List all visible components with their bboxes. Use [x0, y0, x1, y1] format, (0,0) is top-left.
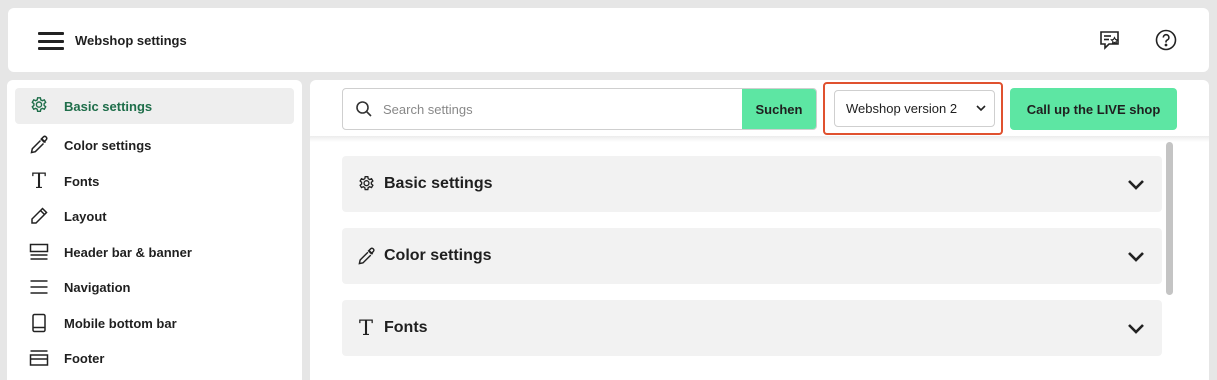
- sidebar-item-label: Mobile bottom bar: [64, 315, 177, 331]
- sidebar-item-mobile-bottom-bar[interactable]: Mobile bottom bar: [15, 305, 294, 341]
- version-select[interactable]: Webshop version 2: [834, 90, 995, 127]
- search-input[interactable]: [373, 89, 742, 129]
- sidebar-item-label: Color settings: [64, 137, 152, 153]
- font-icon: T: [358, 315, 373, 340]
- sidebar-item-color-settings[interactable]: Color settings: [15, 127, 294, 163]
- sidebar-item-basic-settings[interactable]: Basic settings: [15, 88, 294, 124]
- sidebar-item-label: Header bar & banner: [64, 244, 192, 260]
- sidebar-item-navigation[interactable]: Navigation: [15, 269, 294, 305]
- sidebar-item-label: Fonts: [64, 173, 100, 189]
- gear-icon: [356, 174, 376, 194]
- toolbar-divider: [310, 136, 1209, 142]
- scrollbar[interactable]: [1166, 142, 1174, 380]
- color-picker-icon: [356, 246, 376, 266]
- section-color-settings[interactable]: Color settings: [342, 228, 1162, 284]
- chevron-down-icon[interactable]: [1124, 316, 1148, 340]
- version-select-highlight: Webshop version 2: [823, 82, 1003, 135]
- page-title: Webshop settings: [75, 33, 187, 48]
- list-icon: [28, 276, 50, 298]
- sidebar-item-label: Layout: [64, 208, 107, 224]
- menu-icon[interactable]: [38, 32, 64, 50]
- section-label: Color settings: [384, 247, 492, 264]
- pencil-icon: [28, 205, 50, 227]
- mobile-icon: [28, 312, 50, 334]
- chevron-down-icon[interactable]: [1124, 172, 1148, 196]
- live-shop-button[interactable]: Call up the LIVE shop: [1010, 88, 1177, 130]
- header-bar-icon: [28, 241, 50, 263]
- version-select-value: Webshop version 2: [846, 101, 958, 116]
- section-label: Fonts: [384, 319, 428, 336]
- sidebar-item-label: Footer: [64, 350, 105, 366]
- scrollbar-thumb[interactable]: [1166, 142, 1173, 295]
- sidebar-item-header-bar-banner[interactable]: Header bar & banner: [15, 234, 294, 270]
- help-icon[interactable]: [1154, 28, 1178, 52]
- font-icon: T: [31, 168, 46, 193]
- section-fonts[interactable]: T Fonts: [342, 300, 1162, 356]
- search-icon: [343, 89, 373, 129]
- sidebar-item-label: Navigation: [64, 279, 131, 295]
- section-label: Basic settings: [384, 175, 493, 192]
- feedback-icon[interactable]: [1098, 28, 1122, 52]
- sidebar-item-fonts[interactable]: T Fonts: [15, 163, 294, 199]
- color-picker-icon: [28, 134, 50, 156]
- sidebar-item-footer[interactable]: Footer: [15, 340, 294, 376]
- top-bar: Webshop settings: [8, 8, 1209, 72]
- chevron-down-icon: [972, 105, 990, 112]
- main-panel: Suchen Webshop version 2 Call up the LIV…: [310, 80, 1209, 380]
- sidebar: Basic settings Color settings T Fonts La…: [7, 80, 302, 380]
- sidebar-item-layout[interactable]: Layout: [15, 198, 294, 234]
- search-bar: Suchen: [342, 88, 817, 130]
- section-basic-settings[interactable]: Basic settings: [342, 156, 1162, 212]
- gear-icon: [28, 95, 50, 117]
- sidebar-item-label: Basic settings: [64, 98, 153, 114]
- search-button[interactable]: Suchen: [742, 89, 816, 129]
- chevron-down-icon[interactable]: [1124, 244, 1148, 268]
